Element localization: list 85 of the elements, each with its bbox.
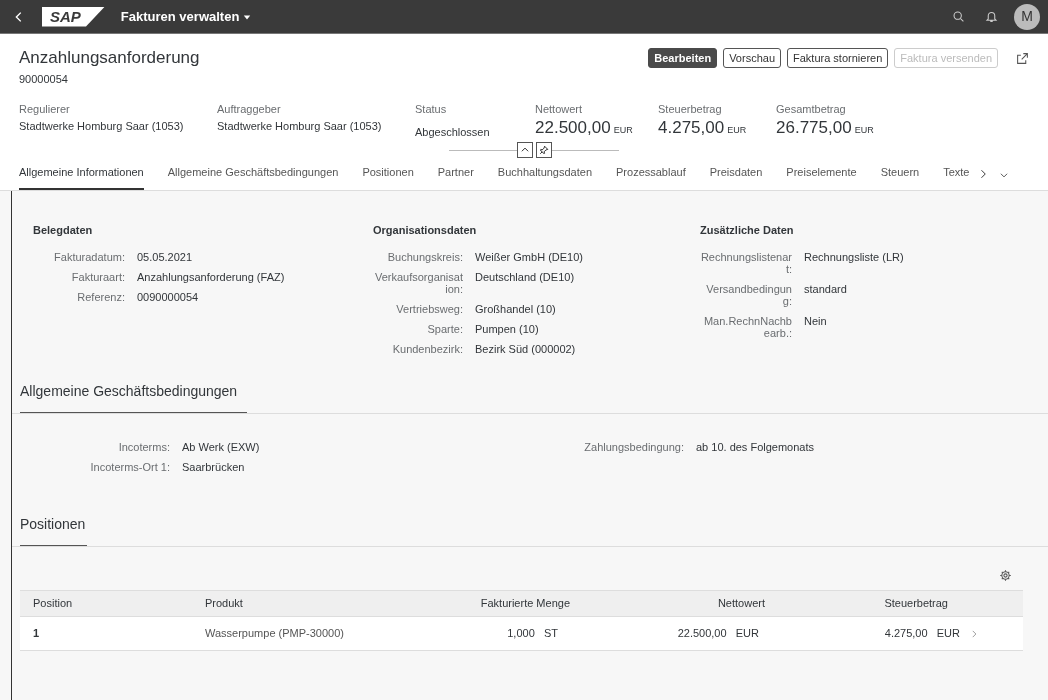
column-header: Produkt	[205, 596, 243, 612]
field-value: Anzahlungsanforderung (FAZ)	[137, 270, 285, 283]
attribute-value: Stadtwerke Homburg Saar (1053)	[19, 118, 185, 134]
tab[interactable]: Steuern	[880, 163, 920, 190]
field-label: Referenz:	[76, 290, 125, 303]
avatar[interactable]: M	[1014, 3, 1040, 30]
field-value: Pumpen (10)	[475, 322, 539, 335]
pin-button[interactable]	[535, 142, 552, 158]
chevron-right-icon	[969, 628, 979, 639]
field-label: Buchungskreis:	[386, 250, 463, 263]
field-value: Weißer GmbH (DE10)	[475, 250, 583, 263]
search-icon[interactable]	[952, 10, 965, 23]
attribute-label: Gesamtbetrag	[776, 102, 847, 116]
tab[interactable]: Allgemeine Informationen	[19, 163, 144, 190]
field-value: standard	[804, 282, 847, 297]
attribute-label: Regulierer	[19, 102, 71, 116]
table-cell-text: Wasserpumpe (PMP-30000)	[205, 626, 344, 642]
chevron-down-icon[interactable]	[999, 170, 1010, 180]
field-value: Nein	[804, 314, 827, 329]
attribute-label: Steuerbetrag	[658, 102, 723, 116]
field-label: Sparte:	[426, 322, 463, 335]
field-value: 0090000054	[137, 290, 199, 303]
tab[interactable]: Buchhaltungsdaten	[497, 163, 592, 190]
tab[interactable]: Partner	[437, 163, 474, 190]
caret-icon	[243, 12, 252, 21]
tab[interactable]: Preiselemente	[786, 163, 857, 190]
table-cell-text: 22.500,00 EUR	[677, 626, 759, 642]
field-label: Rechnungslistenart:	[700, 250, 792, 275]
group-title: Belegdaten	[33, 223, 94, 238]
field-value: Saarbrücken	[182, 461, 245, 473]
tab[interactable]: Prozessablauf	[616, 163, 686, 190]
field-value: 05.05.2021	[137, 250, 193, 263]
object-title: Anzahlungsanforderung	[19, 47, 201, 69]
status-text: Abgeschlossen	[415, 124, 491, 140]
group-title: Organisationsdaten	[373, 223, 478, 238]
tab[interactable]: Texte	[943, 163, 970, 190]
column-header: Position	[32, 596, 73, 612]
logo: SAP	[42, 6, 105, 27]
field-value: ab 10. des Folgemonats	[696, 441, 815, 453]
app-title-menu[interactable]: Fakturen verwalten	[120, 6, 252, 27]
action-button[interactable]: Faktura stornieren	[787, 48, 889, 68]
field-label: Zahlungsbedingung:	[583, 441, 684, 453]
collapse-button[interactable]	[516, 142, 533, 158]
field-value: Großhandel (10)	[475, 302, 556, 315]
field-label: Incoterms:	[117, 441, 170, 453]
field-label: Vertriebsweg:	[395, 302, 463, 315]
group-title: Zusätzliche Daten	[700, 223, 795, 238]
share-icon[interactable]	[1016, 51, 1029, 65]
field-label: Man.RechnNachbearb.:	[702, 314, 792, 339]
section-title: Positionen	[20, 514, 88, 546]
attribute-label: Status	[415, 102, 448, 116]
table-cell-text: 1,000 ST	[507, 626, 558, 642]
field-label: Kundenbezirk:	[391, 342, 463, 355]
attribute-value: Stadtwerke Homburg Saar (1053)	[217, 118, 383, 134]
column-header: Steuerbetrag	[884, 596, 948, 612]
action-button[interactable]: Vorschau	[723, 48, 781, 68]
table-cell-text: 1	[32, 626, 40, 642]
field-label: Incoterms-Ort 1:	[89, 461, 170, 473]
table-cell-text: 4.275,00 EUR	[884, 626, 960, 642]
attribute-amount: 4.275,00 EUR	[658, 117, 748, 139]
tab[interactable]: Preisdaten	[709, 163, 763, 190]
settings-icon[interactable]	[999, 569, 1012, 582]
attribute-amount: 22.500,00 EUR	[535, 117, 634, 139]
attribute-label: Auftraggeber	[217, 102, 282, 116]
tab[interactable]: Positionen	[362, 163, 414, 190]
chevron-up-icon	[519, 145, 530, 155]
field-value: Ab Werk (EXW)	[182, 441, 260, 453]
field-label: Fakturaart:	[70, 270, 125, 283]
field-label: Versandbedingung:	[705, 282, 792, 307]
bell-icon[interactable]	[985, 10, 998, 23]
section-title: Allgemeine Geschäftsbedingungen	[20, 381, 248, 413]
action-button[interactable]: Bearbeiten	[648, 48, 718, 68]
attribute-label: Nettowert	[535, 102, 584, 116]
pin-icon	[538, 145, 549, 155]
column-header: Nettowert	[717, 596, 765, 612]
tab[interactable]: Allgemeine Geschäftsbedingungen	[167, 163, 339, 190]
column-header: Fakturierte Menge	[480, 596, 570, 612]
field-label: Verkaufsorganisation:	[373, 270, 463, 295]
field-label: Fakturadatum:	[53, 250, 125, 263]
field-value: Bezirk Süd (000002)	[475, 342, 576, 355]
table-row[interactable]: 1 Wasserpumpe (PMP-30000) 1,000 ST 22.500,00 EUR 4.275,00 EUR	[20, 617, 1023, 651]
attribute-amount: 26.775,00 EUR	[776, 117, 875, 139]
field-value: Rechnungsliste (LR)	[804, 250, 904, 265]
object-number: 90000054	[19, 72, 69, 87]
field-value: Deutschland (DE10)	[475, 270, 575, 285]
